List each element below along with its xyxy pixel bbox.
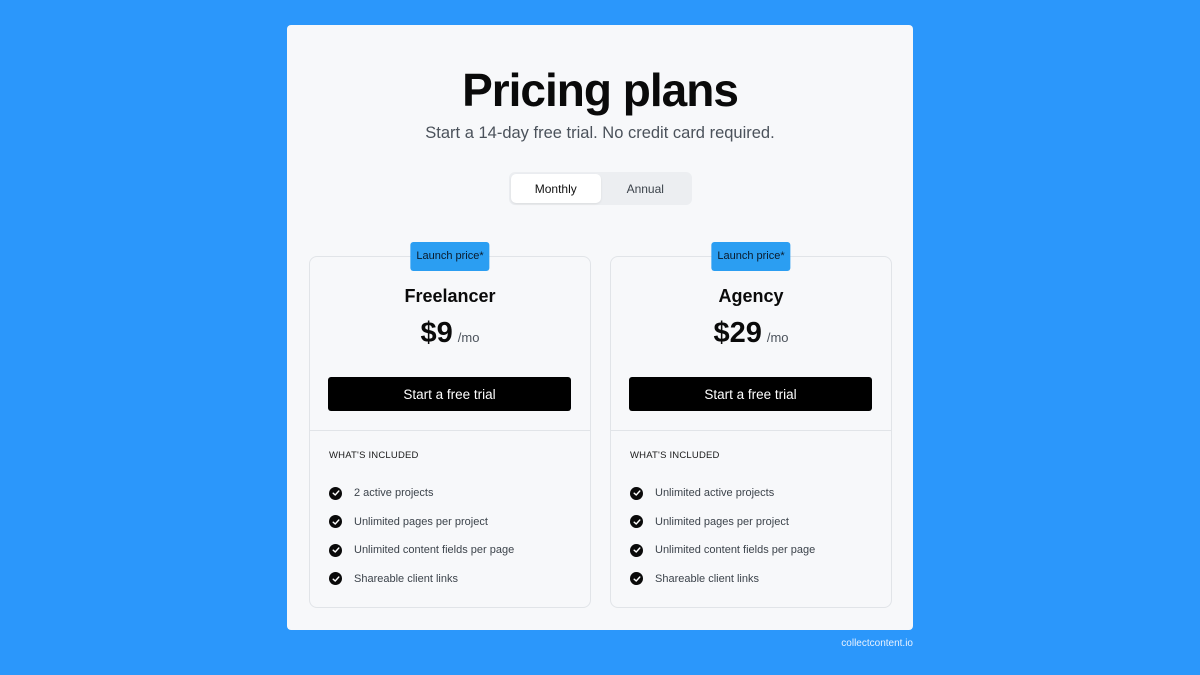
page-subtitle: Start a 14-day free trial. No credit car… <box>425 124 775 142</box>
start-trial-button[interactable]: Start a free trial <box>328 377 571 411</box>
price-period: /mo <box>457 330 480 345</box>
footer-brand-link[interactable]: collectcontent.io <box>841 638 913 649</box>
toggle-monthly[interactable]: Monthly <box>511 174 601 203</box>
feature-label: Unlimited content fields per page <box>354 544 515 557</box>
pricing-panel: Pricing plans Start a 14-day free trial.… <box>287 25 913 630</box>
page-title: Pricing plans <box>462 64 739 116</box>
billing-toggle: Monthly Annual <box>509 172 692 205</box>
toggle-annual[interactable]: Annual <box>601 174 691 203</box>
feature-label: Unlimited pages per project <box>354 515 488 528</box>
feature-item: Shareable client links <box>329 565 514 594</box>
feature-label: 2 active projects <box>354 487 434 500</box>
included-heading: WHAT'S INCLUDED <box>329 450 419 461</box>
check-icon <box>329 486 342 500</box>
card-divider <box>611 430 891 431</box>
plan-price: $29 <box>713 317 762 349</box>
start-trial-button[interactable]: Start a free trial <box>629 377 872 411</box>
feature-item: Unlimited pages per project <box>329 508 514 537</box>
launch-price-badge: Launch price* <box>410 242 490 271</box>
check-icon <box>329 543 342 557</box>
check-icon <box>329 572 342 586</box>
plan-name: Agency <box>718 286 784 306</box>
feature-item: 2 active projects <box>329 479 514 508</box>
plan-price: $9 <box>420 317 453 349</box>
feature-item: Unlimited pages per project <box>630 508 815 537</box>
feature-label: Unlimited active projects <box>655 487 775 500</box>
feature-label: Unlimited content fields per page <box>655 544 816 557</box>
included-heading: WHAT'S INCLUDED <box>630 450 720 461</box>
plan-card-freelancer: Launch price* Freelancer $9 /mo Start a … <box>309 242 591 608</box>
launch-price-badge: Launch price* <box>711 242 791 271</box>
feature-item: Unlimited content fields per page <box>630 536 815 565</box>
feature-list: 2 active projects Unlimited pages per pr… <box>329 479 514 593</box>
feature-label: Shareable client links <box>655 572 759 585</box>
card-divider <box>310 430 590 431</box>
check-icon <box>630 515 643 529</box>
price-row: $29 /mo <box>611 317 891 350</box>
check-icon <box>630 543 643 557</box>
check-icon <box>630 572 643 586</box>
feature-item: Shareable client links <box>630 565 815 594</box>
plan-name: Freelancer <box>404 286 496 306</box>
feature-item: Unlimited content fields per page <box>329 536 514 565</box>
price-period: /mo <box>766 330 789 345</box>
check-icon <box>329 515 342 529</box>
price-row: $9 /mo <box>310 317 590 350</box>
feature-item: Unlimited active projects <box>630 479 815 508</box>
feature-list: Unlimited active projects Unlimited page… <box>630 479 815 593</box>
check-icon <box>630 486 643 500</box>
feature-label: Shareable client links <box>354 572 458 585</box>
feature-label: Unlimited pages per project <box>655 515 789 528</box>
plan-card-agency: Launch price* Agency $29 /mo Start a fre… <box>610 242 892 608</box>
